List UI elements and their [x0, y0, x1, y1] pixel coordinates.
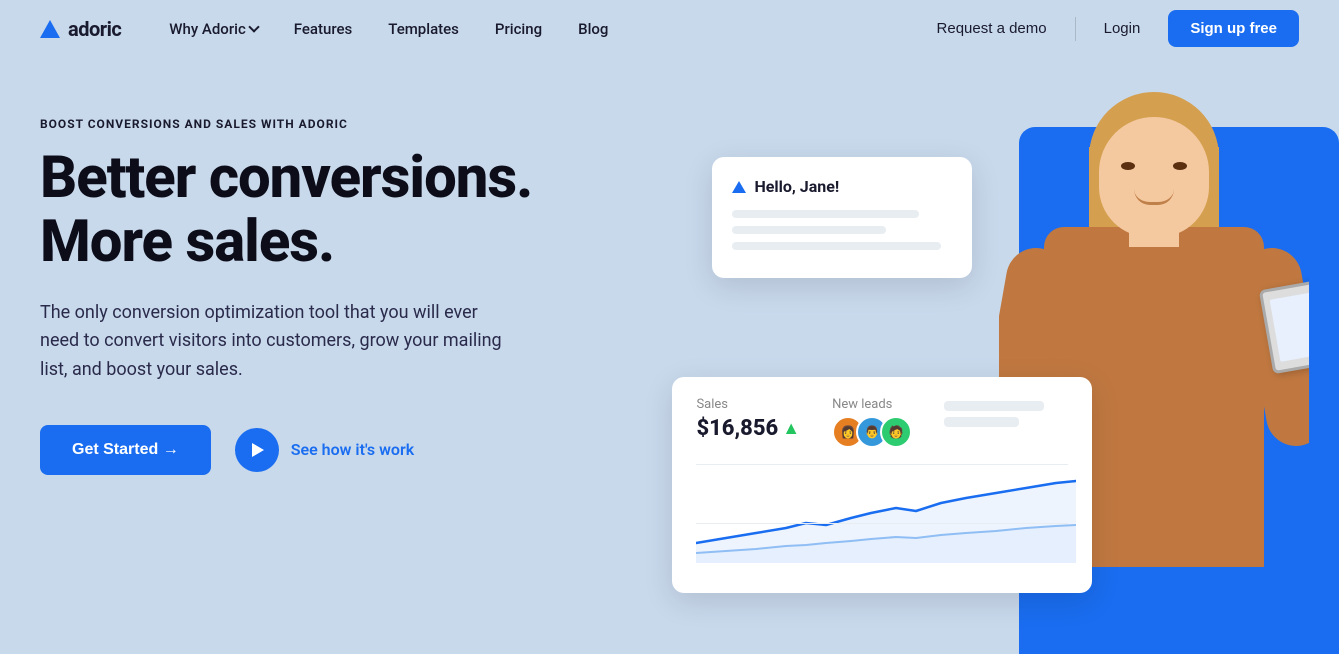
face	[1099, 117, 1209, 237]
chart-area	[696, 473, 1068, 573]
hero-left: BOOST CONVERSIONS AND SALES WITH ADORIC …	[40, 97, 732, 654]
nav-links: Why Adoric Features Templates Pricing Bl…	[153, 12, 916, 46]
sales-label: Sales	[696, 397, 800, 412]
see-how-link[interactable]: See how it's work	[235, 428, 415, 472]
leads-label: New leads	[832, 397, 912, 412]
stat-placeholder	[944, 397, 1068, 427]
placeholder-line-2	[944, 417, 1019, 427]
nav-item-blog[interactable]: Blog	[562, 12, 624, 46]
stat-leads: New leads 👩 👨 🧑	[832, 397, 912, 448]
hello-card-line-3	[732, 242, 941, 250]
stats-row: Sales $16,856 ▲ New leads 👩 👨 🧑	[696, 397, 1068, 448]
sales-value: $16,856 ▲	[696, 416, 800, 441]
nav-item-pricing[interactable]: Pricing	[479, 12, 558, 46]
nav-item-features[interactable]: Features	[278, 12, 368, 46]
navbar: adoric Why Adoric Features Templates Pri…	[0, 0, 1339, 57]
request-demo-button[interactable]: Request a demo	[917, 12, 1067, 45]
signup-button[interactable]: Sign up free	[1168, 10, 1299, 47]
hero-ctas: Get Started → See how it's work	[40, 425, 732, 475]
line-chart	[696, 473, 1076, 563]
hero-subtext: The only conversion optimization tool th…	[40, 299, 520, 385]
play-button-circle	[235, 428, 279, 472]
nav-divider	[1075, 17, 1076, 41]
hello-jane-card: Hello, Jane!	[712, 157, 972, 278]
placeholder-line-1	[944, 401, 1044, 411]
hero-section: BOOST CONVERSIONS AND SALES WITH ADORIC …	[0, 57, 1339, 654]
chevron-down-icon	[248, 21, 259, 32]
hero-right: Hello, Jane! Sales $16,856 ▲ New leads	[732, 97, 1299, 654]
stats-card: Sales $16,856 ▲ New leads 👩 👨 🧑	[672, 377, 1092, 593]
logo-icon	[40, 20, 60, 38]
nav-item-why-adoric[interactable]: Why Adoric	[153, 12, 273, 46]
get-started-button[interactable]: Get Started →	[40, 425, 211, 475]
avatars-group: 👩 👨 🧑	[832, 416, 912, 448]
login-button[interactable]: Login	[1084, 12, 1161, 45]
adoric-logo-small-icon	[732, 181, 746, 193]
hello-card-greeting: Hello, Jane!	[754, 177, 839, 196]
chart-separator	[696, 464, 1068, 465]
nav-item-templates[interactable]: Templates	[372, 12, 475, 46]
hero-headline: Better conversions. More sales.	[40, 147, 732, 275]
hello-card-header: Hello, Jane!	[732, 177, 952, 196]
chart-midline	[696, 523, 1068, 524]
logo-text: adoric	[68, 17, 121, 41]
hero-eyebrow: BOOST CONVERSIONS AND SALES WITH ADORIC	[40, 117, 732, 131]
play-icon	[252, 443, 264, 457]
stat-sales: Sales $16,856 ▲	[696, 397, 800, 441]
logo[interactable]: adoric	[40, 17, 121, 41]
avatar-3: 🧑	[880, 416, 912, 448]
hello-card-line-2	[732, 226, 886, 234]
up-arrow-icon: ▲	[782, 418, 800, 439]
nav-right: Request a demo Login Sign up free	[917, 10, 1299, 47]
hello-card-line-1	[732, 210, 919, 218]
